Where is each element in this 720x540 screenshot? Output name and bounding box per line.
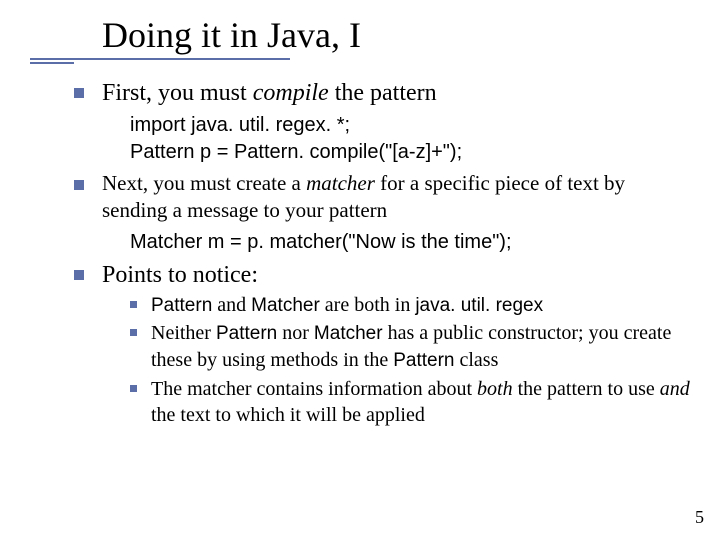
code-block: import java. util. regex. *;Pattern p = …	[130, 112, 690, 166]
bullet-icon	[74, 270, 84, 280]
code-line: import java. util. regex. *;	[130, 112, 690, 139]
bullet-icon	[130, 329, 137, 336]
slide-body: First, you must compile the pattern impor…	[30, 78, 690, 428]
sub-list-item-text: The matcher contains information about b…	[151, 376, 690, 428]
list-item: Points to notice:	[74, 260, 690, 290]
code-line: Pattern p = Pattern. compile("[a-z]+");	[130, 139, 690, 166]
slide-title: Doing it in Java, I	[102, 14, 690, 56]
page-number: 5	[695, 507, 704, 528]
list-item-text: First, you must compile the pattern	[102, 78, 437, 108]
bullet-icon	[74, 180, 84, 190]
bullet-icon	[130, 385, 137, 392]
list-item-text: Next, you must create a matcher for a sp…	[102, 170, 690, 225]
slide: Doing it in Java, I First, you must comp…	[0, 0, 720, 540]
sub-list-item: The matcher contains information about b…	[130, 376, 690, 428]
bullet-icon	[74, 88, 84, 98]
title-rule	[30, 58, 290, 64]
sub-list-item-text: Neither Pattern nor Matcher has a public…	[151, 320, 690, 373]
code-block: Matcher m = p. matcher("Now is the time"…	[130, 229, 690, 256]
list-item-text: Points to notice:	[102, 260, 258, 290]
bullet-icon	[130, 301, 137, 308]
list-item: Next, you must create a matcher for a sp…	[74, 170, 690, 225]
code-line: Matcher m = p. matcher("Now is the time"…	[130, 229, 690, 256]
title-block: Doing it in Java, I	[86, 14, 690, 64]
sub-list-item: Neither Pattern nor Matcher has a public…	[130, 320, 690, 373]
sub-list-item-text: Pattern and Matcher are both in java. ut…	[151, 292, 543, 319]
sub-list-item: Pattern and Matcher are both in java. ut…	[130, 292, 690, 319]
list-item: First, you must compile the pattern	[74, 78, 690, 108]
